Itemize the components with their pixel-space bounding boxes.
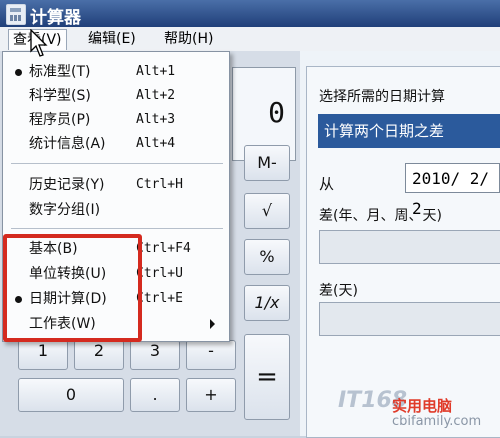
plus-button[interactable]: + (186, 378, 236, 412)
watermark-text: 实用电脑 (392, 397, 453, 415)
digit-2-button[interactable]: 2 (74, 340, 124, 370)
watermark-url: cbifamily.com (392, 414, 482, 429)
menu-item-digit-grouping[interactable]: 数字分组(I) (3, 198, 229, 222)
menu-edit[interactable]: 编辑(E) (84, 29, 140, 49)
digit-1-button[interactable]: 1 (18, 340, 68, 370)
menu-item-shortcut: Ctrl+F4 (136, 241, 191, 256)
sqrt-button[interactable]: √ (244, 193, 290, 229)
menu-item-label: 科学型(S) (29, 88, 91, 104)
menu-item-shortcut: Ctrl+E (136, 291, 183, 306)
decimal-button[interactable]: . (130, 378, 180, 412)
menu-item-label: 历史记录(Y) (29, 177, 105, 193)
menu-item-scientific[interactable]: 科学型(S) Alt+2 (3, 84, 229, 108)
menu-item-shortcut: Alt+4 (136, 136, 176, 151)
menu-separator (11, 163, 223, 164)
menu-item-label: 标准型(T) (29, 64, 91, 80)
menu-item-label: 统计信息(A) (29, 136, 106, 152)
difference-days-result (319, 302, 500, 336)
from-label: 从 (319, 175, 335, 193)
menu-item-programmer[interactable]: 程序员(P) Alt+3 (3, 108, 229, 132)
menu-separator (11, 228, 223, 229)
memory-minus-button[interactable]: M- (244, 145, 290, 181)
menu-item-shortcut: Ctrl+H (136, 177, 183, 192)
calculator-icon (6, 4, 26, 25)
submenu-arrow-icon (210, 319, 215, 329)
from-date-field[interactable]: 2010/ 2/ 2 (405, 163, 500, 218)
digit-0-button[interactable]: 0 (18, 378, 124, 412)
selected-bullet-icon (15, 69, 22, 76)
percent-button[interactable]: % (244, 239, 290, 275)
menu-bar: 查看(V) 编辑(E) 帮助(H) (0, 27, 500, 52)
difference-days-label: 差(天) (319, 283, 358, 299)
menu-item-label: 数字分组(I) (29, 202, 101, 218)
highlight-annotation (3, 234, 142, 342)
menu-item-history[interactable]: 历史记录(Y) Ctrl+H (3, 173, 229, 197)
digit-3-button[interactable]: 3 (130, 340, 180, 370)
menu-item-shortcut: Alt+3 (136, 112, 176, 127)
reciprocal-button[interactable]: 1/x (244, 285, 290, 321)
menu-item-shortcut: Alt+2 (136, 88, 176, 103)
menu-item-standard[interactable]: 标准型(T) Alt+1 (3, 60, 229, 84)
window-title: 计算器 (30, 8, 81, 28)
date-calc-heading: 选择所需的日期计算 (319, 89, 445, 105)
menu-help[interactable]: 帮助(H) (160, 29, 217, 49)
mouse-pointer-icon (30, 29, 48, 57)
display-value: 0 (268, 96, 285, 129)
minus-button[interactable]: - (186, 340, 236, 370)
equals-button[interactable]: = (244, 334, 290, 420)
menu-item-shortcut: Ctrl+U (136, 266, 183, 281)
menu-item-statistics[interactable]: 统计信息(A) Alt+4 (3, 132, 229, 156)
date-calc-mode-select[interactable]: 计算两个日期之差 (318, 114, 500, 148)
difference-ymwd-label: 差(年、月、周、天) (319, 208, 442, 224)
difference-ymwd-result (319, 230, 500, 264)
title-bar: 计算器 (0, 0, 500, 28)
menu-item-label: 程序员(P) (29, 112, 91, 128)
menu-item-shortcut: Alt+1 (136, 64, 176, 79)
